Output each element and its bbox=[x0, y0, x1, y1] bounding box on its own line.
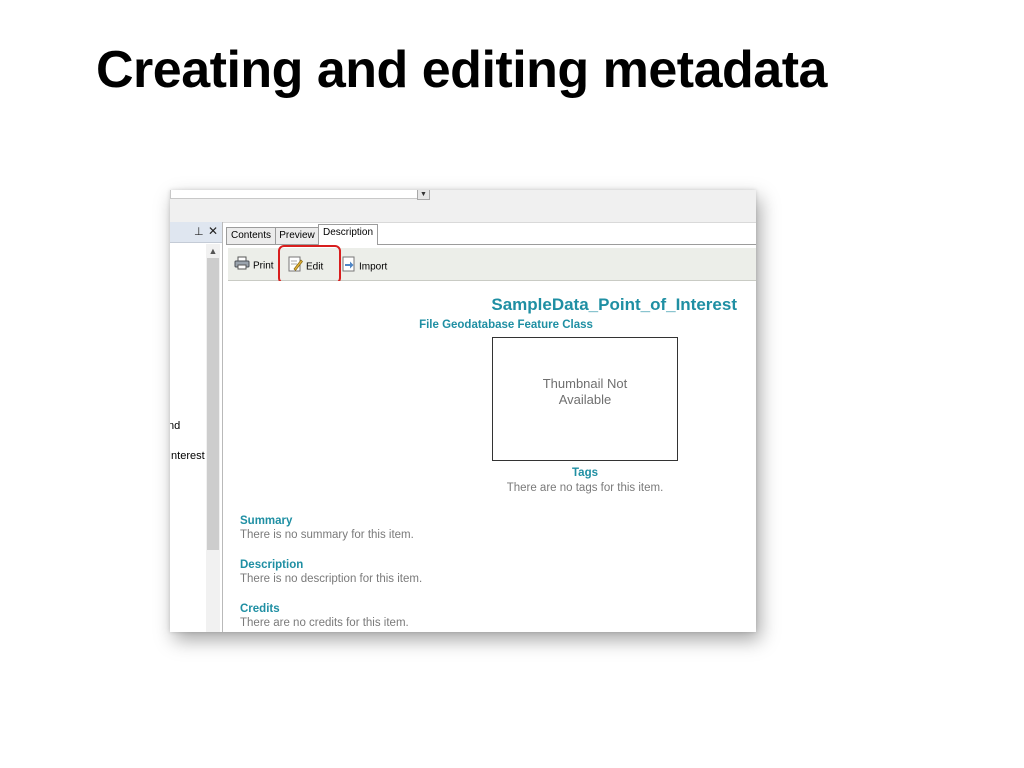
pin-icon[interactable]: ⊥ bbox=[194, 225, 204, 238]
import-label: Import bbox=[359, 261, 388, 273]
import-icon bbox=[342, 256, 356, 278]
tab-strip: Contents Preview Description bbox=[226, 224, 756, 245]
scroll-thumb[interactable] bbox=[207, 258, 219, 550]
print-button[interactable]: Print bbox=[234, 256, 274, 272]
description-heading: Description bbox=[240, 559, 304, 571]
credits-heading: Credits bbox=[240, 603, 280, 615]
thumbnail-text-line1: Thumbnail Not bbox=[542, 376, 628, 391]
tab-description[interactable]: Description bbox=[318, 224, 378, 245]
tree-item[interactable]: Interest bbox=[170, 450, 205, 462]
tab-preview[interactable]: Preview bbox=[275, 227, 319, 244]
item-title: SampleData_Point_of_Interest bbox=[491, 295, 737, 314]
slide-title: Creating and editing metadata bbox=[96, 41, 827, 99]
description-text: There is no description for this item. bbox=[240, 573, 423, 585]
tags-text: There are no tags for this item. bbox=[506, 482, 664, 494]
credits-text: There are no credits for this item. bbox=[240, 617, 409, 629]
tab-contents[interactable]: Contents bbox=[226, 227, 276, 244]
printer-icon bbox=[234, 256, 250, 276]
import-button[interactable]: Import bbox=[342, 256, 388, 273]
print-label: Print bbox=[253, 260, 274, 272]
summary-text: There is no summary for this item. bbox=[240, 529, 414, 541]
vertical-scrollbar[interactable]: ▲ bbox=[206, 244, 220, 632]
top-toolbar: ▼ bbox=[170, 190, 756, 223]
thumbnail-text-line2: Available bbox=[558, 392, 612, 407]
item-type: File Geodatabase Feature Class bbox=[419, 319, 593, 331]
location-combo[interactable] bbox=[170, 190, 420, 199]
edit-button-highlight bbox=[278, 245, 341, 284]
close-icon[interactable]: ✕ bbox=[208, 224, 218, 238]
tree-item[interactable]: nd bbox=[170, 420, 180, 432]
pane-header: ⊥ ✕ bbox=[170, 222, 222, 243]
tags-heading: Tags bbox=[572, 467, 598, 479]
scroll-up-icon[interactable]: ▲ bbox=[206, 244, 220, 258]
summary-heading: Summary bbox=[240, 515, 293, 527]
arccatalog-screenshot: ▼ ⊥ ✕ nd Interest ⁚ ▲ Contents Preview D… bbox=[170, 190, 756, 632]
chevron-down-icon[interactable]: ▼ bbox=[417, 190, 430, 200]
description-content: SampleData_Point_of_Interest File Geodat… bbox=[230, 281, 756, 632]
catalog-tree-pane: ⊥ ✕ nd Interest ⁚ ▲ bbox=[170, 222, 223, 632]
thumbnail-text: Thumbnail Not Available bbox=[493, 376, 677, 408]
thumbnail-placeholder: Thumbnail Not Available bbox=[492, 337, 678, 461]
